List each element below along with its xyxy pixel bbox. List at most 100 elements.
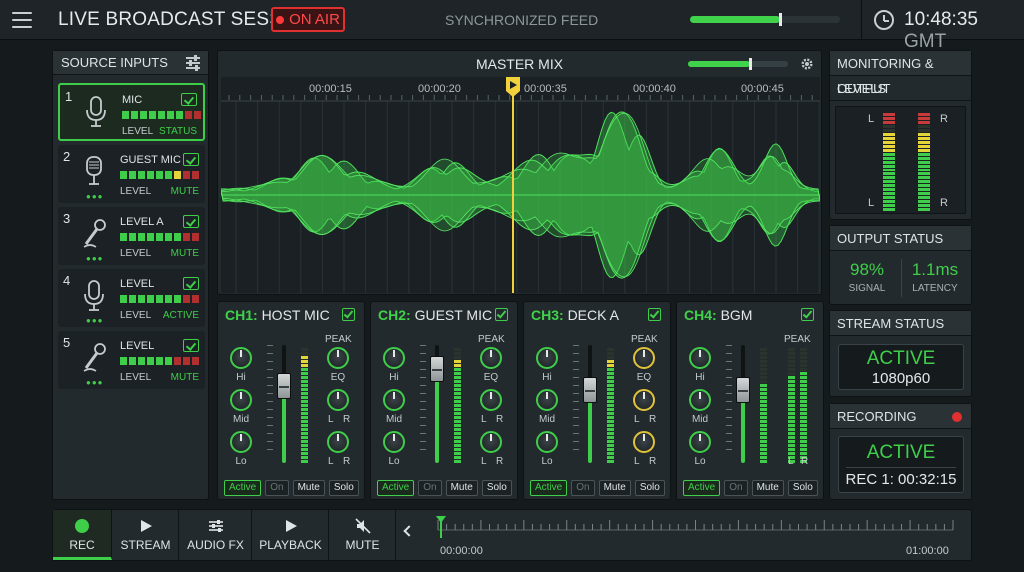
microphone-icon <box>82 95 110 129</box>
sync-feed-handle[interactable] <box>779 13 782 26</box>
channel-button-row: Active On Mute Solo <box>683 480 818 496</box>
left-channel-label: L <box>868 113 875 125</box>
sync-feed-slider[interactable] <box>690 13 840 26</box>
eq-knob-label: Mid <box>385 414 403 425</box>
channel-enable-checkbox[interactable] <box>801 308 814 321</box>
filter-icon[interactable] <box>186 55 200 71</box>
menu-icon[interactable] <box>12 12 32 28</box>
source-enable-checkbox[interactable] <box>183 153 199 166</box>
master-level-meters: L L R R <box>835 106 966 214</box>
channel-strip: CH2: GUEST MIC Hi Mid Lo PEAK EQ L R L R Active On M… <box>370 301 518 500</box>
channel-active-button[interactable]: Active <box>683 480 721 496</box>
right-label: R <box>801 456 809 467</box>
channel-fader[interactable] <box>277 373 291 400</box>
eq-knob[interactable] <box>230 389 252 411</box>
channel-solo-button[interactable]: Solo <box>481 480 512 496</box>
left-label: L <box>634 456 640 467</box>
channel-controls: Hi Mid Lo PEAK EQ L R L R Active On Mute Solo <box>525 327 671 500</box>
channel-enable-checkbox[interactable] <box>648 308 661 321</box>
channel-on-button[interactable]: On <box>724 480 748 496</box>
eq-knob[interactable] <box>383 431 405 453</box>
eq-knob[interactable] <box>536 431 558 453</box>
channel-active-button[interactable]: Active <box>377 480 415 496</box>
play-icon <box>141 520 152 532</box>
channel-title: CH3: DECK A <box>531 307 619 323</box>
channel-enable-checkbox[interactable] <box>342 308 355 321</box>
peak-knob[interactable] <box>633 347 655 369</box>
fader-scale <box>573 345 579 457</box>
mute-button[interactable]: MUTE <box>330 510 396 560</box>
playback-label: PLAYBACK <box>259 538 322 552</box>
channel-solo-button[interactable]: Solo <box>328 480 359 496</box>
eq-knob[interactable] <box>536 389 558 411</box>
peak-knob[interactable] <box>480 347 502 369</box>
audio-fx-button[interactable]: AUDIO FX <box>180 510 252 560</box>
channel-enable-checkbox[interactable] <box>495 308 508 321</box>
source-input-card[interactable]: 2 GUEST MIC LEVEL MUTE ●●● <box>58 145 205 203</box>
source-enable-checkbox[interactable] <box>183 215 199 228</box>
channel-level-meter-left <box>788 345 795 463</box>
stream-resolution: 1080p60 <box>871 370 931 387</box>
channel-fader[interactable] <box>430 355 444 382</box>
source-activity-icon: ●●● <box>86 378 104 387</box>
fader-fill <box>435 368 439 463</box>
session-timeline-scrubber[interactable]: 00:00:00 01:00:00 <box>433 514 963 558</box>
peak-label: PEAK <box>784 334 811 345</box>
source-number: 5 <box>63 335 71 350</box>
handheld-mic-icon <box>80 341 108 375</box>
eq-knob[interactable] <box>689 347 711 369</box>
eq-knob[interactable] <box>230 431 252 453</box>
peak-knob[interactable] <box>327 347 349 369</box>
channel-on-button[interactable]: On <box>571 480 595 496</box>
channel-active-button[interactable]: Active <box>224 480 262 496</box>
balance-knob[interactable] <box>633 431 655 453</box>
eq-knob[interactable] <box>230 347 252 369</box>
channel-solo-button[interactable]: Solo <box>787 480 818 496</box>
playback-button[interactable]: PLAYBACK <box>253 510 329 560</box>
source-input-card[interactable]: 4 LEVEL LEVEL ACTIVE ●●● <box>58 269 205 327</box>
eq-label: EQ <box>483 372 499 383</box>
balance-knob[interactable] <box>480 431 502 453</box>
master-volume-handle[interactable] <box>749 58 752 70</box>
channel-level-meter-left <box>454 345 461 463</box>
stream-button[interactable]: STREAM <box>113 510 179 560</box>
pan-knob[interactable] <box>480 389 502 411</box>
levels-title: LEVELS <box>830 76 971 101</box>
channel-mute-button[interactable]: Mute <box>292 480 325 496</box>
chevron-left-icon[interactable] <box>403 525 415 537</box>
eq-knob[interactable] <box>689 431 711 453</box>
channel-mute-button[interactable]: Mute <box>598 480 631 496</box>
source-enable-checkbox[interactable] <box>181 93 197 106</box>
channel-fader[interactable] <box>583 376 597 403</box>
channel-solo-button[interactable]: Solo <box>634 480 665 496</box>
source-input-card[interactable]: 5 LEVEL LEVEL MUTE ●●● <box>58 331 205 389</box>
rec-button[interactable]: REC <box>53 510 112 560</box>
channel-mute-button[interactable]: Mute <box>445 480 478 496</box>
source-input-card[interactable]: 1 MIC LEVEL STATUS <box>58 83 205 141</box>
source-enable-checkbox[interactable] <box>183 339 199 352</box>
channel-on-button[interactable]: On <box>265 480 289 496</box>
gear-icon[interactable] <box>800 57 814 71</box>
pan-knob[interactable] <box>633 389 655 411</box>
eq-knob[interactable] <box>689 389 711 411</box>
channel-title: CH4: BGM <box>684 307 752 323</box>
monitoring-levels-panel: MONITORING & OUTPUT LEVELS L L R R <box>829 50 972 220</box>
master-volume-slider[interactable] <box>688 58 788 70</box>
source-enable-checkbox[interactable] <box>183 277 199 290</box>
source-level-label: LEVEL <box>122 126 154 137</box>
source-number: 4 <box>63 273 71 288</box>
channel-mute-button[interactable]: Mute <box>751 480 784 496</box>
eq-knob[interactable] <box>383 389 405 411</box>
eq-knob[interactable] <box>536 347 558 369</box>
balance-knob[interactable] <box>327 431 349 453</box>
eq-knob[interactable] <box>383 347 405 369</box>
record-icon <box>75 519 89 533</box>
channel-on-button[interactable]: On <box>418 480 442 496</box>
right-level-meter <box>918 113 930 211</box>
waveform-timeline[interactable]: 00:00:15 00:00:20 00:00:35 00:00:40 00:0… <box>221 77 820 293</box>
pan-knob[interactable] <box>327 389 349 411</box>
on-air-badge[interactable]: ON AIR <box>271 7 345 32</box>
channel-active-button[interactable]: Active <box>530 480 568 496</box>
channel-fader[interactable] <box>736 376 750 403</box>
source-input-card[interactable]: 3 LEVEL A LEVEL MUTE ●●● <box>58 207 205 265</box>
